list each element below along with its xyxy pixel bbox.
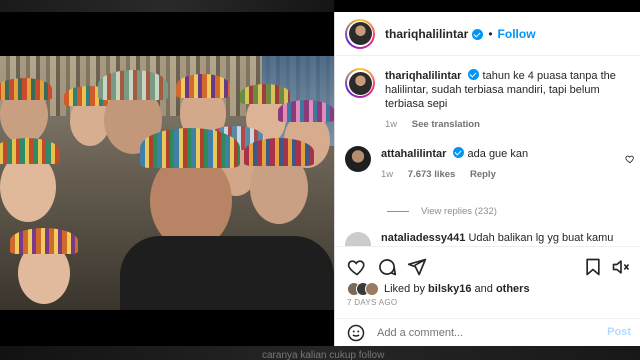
replies-divider	[387, 211, 409, 212]
liked-by-others[interactable]: others	[496, 283, 530, 295]
author-username[interactable]: thariqhalilintar	[385, 27, 468, 41]
follow-button[interactable]: Follow	[498, 27, 536, 41]
verified-badge-icon	[468, 69, 480, 80]
comment-time: 1w	[381, 169, 394, 180]
see-translation-link[interactable]: See translation	[412, 119, 480, 130]
person-headwrap	[98, 70, 168, 100]
person-headwrap	[10, 228, 78, 254]
comment-icon[interactable]	[377, 257, 397, 277]
person-headwrap	[244, 138, 314, 166]
screen: thariqhalilintar • Follow thariqhalilint…	[0, 0, 640, 360]
heart-icon[interactable]	[347, 257, 367, 277]
liker-avatar	[365, 282, 379, 296]
view-replies[interactable]: View replies (232)	[387, 206, 497, 217]
liked-by-and: and	[474, 283, 493, 295]
person-headwrap	[240, 84, 290, 104]
comment-text: Udah balikan lg yg buat kamu	[468, 232, 614, 244]
commenter-avatar[interactable]	[345, 146, 371, 172]
comment-item-partial: nataliadessy441 Udah balikan lg yg buat …	[345, 232, 640, 246]
liked-by-prefix: Liked by	[384, 283, 425, 295]
caption-username[interactable]: thariqhalilintar	[385, 70, 461, 82]
person-jacket	[120, 236, 334, 310]
post-actions-bar	[335, 246, 640, 286]
separator-dot: •	[488, 26, 493, 41]
post-detail-panel: thariqhalilintar • Follow thariqhalilint…	[334, 12, 640, 346]
caption-author-avatar[interactable]	[345, 68, 375, 98]
commenter-avatar[interactable]	[345, 232, 371, 246]
commenter-username[interactable]: nataliadessy441	[381, 232, 465, 244]
person-headwrap	[0, 78, 52, 100]
comment-like-heart-icon[interactable]	[625, 154, 635, 164]
emoji-icon[interactable]	[347, 324, 365, 342]
person-headwrap	[278, 100, 334, 122]
person-headwrap	[176, 74, 230, 98]
post-comment-button[interactable]: Post	[607, 326, 631, 338]
comment-item: attahalilintar ada gue kan 1w 7.673 like…	[345, 146, 635, 182]
post-header: thariqhalilintar • Follow	[335, 12, 640, 56]
person-headwrap	[0, 138, 60, 164]
post-caption: thariqhalilintar tahun ke 4 puasa tanpa …	[345, 68, 635, 132]
person-headwrap	[140, 128, 240, 168]
bookmark-icon[interactable]	[583, 257, 603, 277]
author-avatar[interactable]	[345, 18, 375, 49]
add-comment-bar: Post	[335, 318, 640, 346]
verified-badge-icon	[472, 29, 484, 40]
video-caption-overlay: caranya kalian cukup follow	[262, 350, 385, 360]
liked-by-user[interactable]: bilsky16	[428, 283, 471, 295]
likes-summary: Liked by bilsky16 and others	[347, 282, 530, 296]
reply-button[interactable]: Reply	[470, 169, 496, 180]
add-comment-input[interactable]	[377, 326, 587, 339]
background-blur-top	[0, 0, 334, 12]
post-photo[interactable]	[0, 56, 334, 310]
comment-likes[interactable]: 7.673 likes	[408, 169, 456, 180]
view-replies-label[interactable]: View replies (232)	[421, 206, 497, 217]
caption-time: 1w	[385, 119, 398, 130]
verified-badge-icon	[453, 147, 465, 158]
post-date: 7 DAYS AGO	[347, 298, 398, 307]
comment-text: ada gue kan	[467, 148, 529, 160]
commenter-username[interactable]: attahalilintar	[381, 148, 446, 160]
share-icon[interactable]	[407, 257, 427, 277]
mute-icon[interactable]	[611, 257, 631, 277]
